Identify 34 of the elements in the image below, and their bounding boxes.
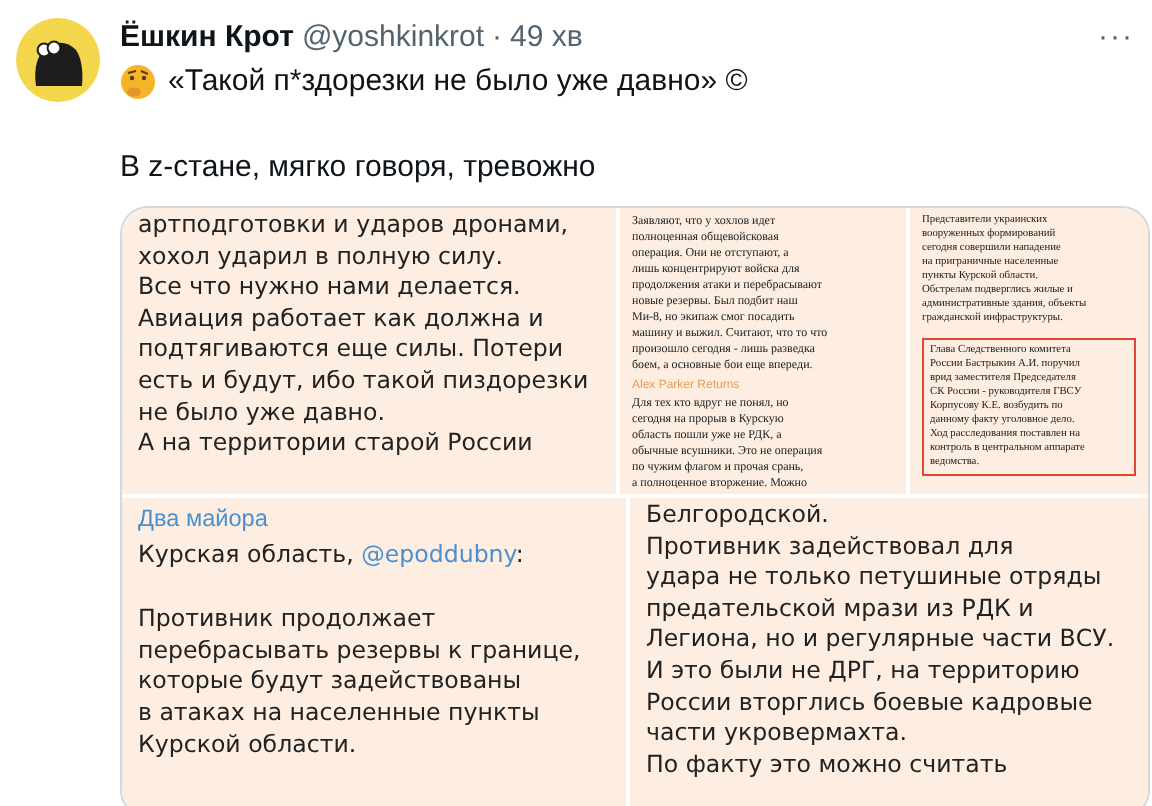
post-text: «Такой п*здорезки не было уже давно» © xyxy=(168,62,748,102)
post-time[interactable]: 49 хв xyxy=(510,18,583,58)
text-line: есть и будут, ибо такой пиздорезки xyxy=(138,365,591,398)
text-line: Курской области. xyxy=(138,729,359,761)
more-button[interactable]: ··· xyxy=(1098,18,1134,58)
author-name[interactable]: Ёшкин Крот xyxy=(120,18,294,58)
text-line: Все что нужно нами делается. xyxy=(138,272,523,304)
text-line: артподготовки и ударов дронами, xyxy=(138,210,570,242)
text-line: По факту это можно считать xyxy=(646,749,1010,781)
thinking-face-icon xyxy=(120,64,156,100)
text-line: А на территории старой России xyxy=(138,428,535,460)
avatar-icon[interactable] xyxy=(16,18,100,102)
text-line: в атаках на населенные пункты xyxy=(138,697,542,730)
text-line: Противник продолжает xyxy=(138,604,438,636)
text-line: подтягиваются еще силы. Потери xyxy=(138,334,565,366)
text-line: Белгородской. xyxy=(646,500,831,532)
text-line: удара не только петушиные отряды xyxy=(646,562,1104,594)
text-line: предательской мрази из РДК и xyxy=(646,593,1036,625)
text-line: Легиона, но и регулярные части ВСУ. xyxy=(646,624,1117,656)
text-line: России вторглись боевые кадровые xyxy=(646,687,1095,719)
text-line: перебрасывать резервы к границе, xyxy=(138,635,583,667)
text-line: Курская область, @epoddubny: xyxy=(138,539,526,571)
text-line: Противник задействовал для xyxy=(646,531,1016,563)
post-text: В z-стане, мягко говоря, тревожно xyxy=(120,148,596,188)
text-line: которые будут задействованы xyxy=(138,666,524,698)
text-line: части укровермахта. xyxy=(646,718,909,750)
author-name: Два майора xyxy=(138,504,270,536)
text-line: не было уже давно. xyxy=(138,397,387,429)
text-line: Авиация работает как должна и xyxy=(138,303,546,335)
text-line: И это были не ДРГ, на территорию xyxy=(646,655,1082,688)
text-line: хохол ударил в полную силу. xyxy=(138,241,505,273)
separator: · xyxy=(492,18,503,58)
author-handle[interactable]: @yoshkinkrot xyxy=(301,18,485,58)
image-grid[interactable] xyxy=(120,206,1150,806)
